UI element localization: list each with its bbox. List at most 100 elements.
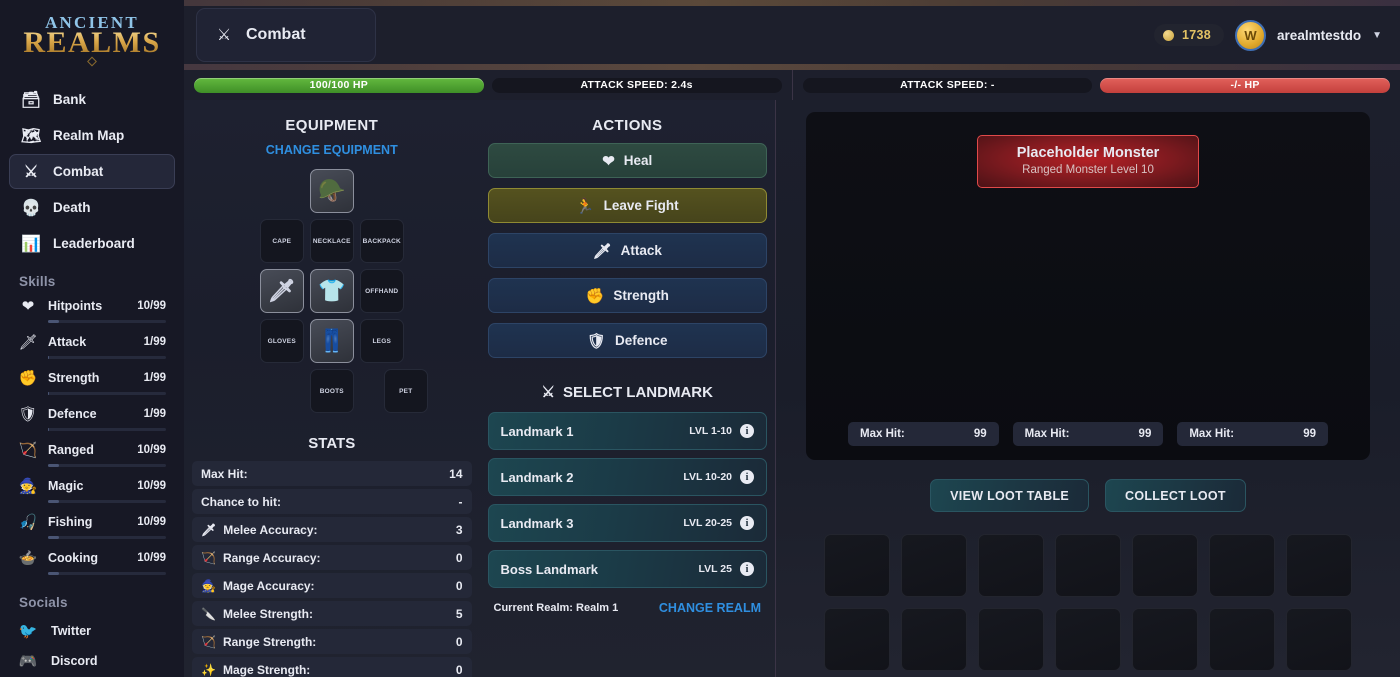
loot-slot[interactable]	[1055, 608, 1121, 671]
stat-label: Mage Strength:	[222, 662, 311, 677]
loot-slot[interactable]	[824, 534, 890, 597]
skill-name: Magic	[48, 478, 84, 493]
info-icon[interactable]: i	[740, 516, 754, 530]
landmark-name: Boss Landmark	[500, 561, 599, 577]
sidebar-item-death[interactable]: 💀 Death	[9, 190, 175, 225]
running-icon: 🏃	[575, 197, 595, 215]
stat-label: Range Accuracy:	[222, 550, 321, 565]
sidebar-item-realm-map[interactable]: 🗺 Realm Map	[9, 118, 175, 153]
skill-progress-bar	[48, 536, 166, 539]
skill-name: Ranged	[48, 442, 94, 457]
loot-slot[interactable]	[1132, 534, 1198, 597]
stat-value: -	[458, 494, 463, 509]
strength-button[interactable]: ✊ Strength	[487, 278, 767, 313]
skull-icon: 💀	[21, 199, 41, 217]
skill-strength[interactable]: ✊ Strength 1/99	[0, 367, 184, 395]
change-realm-link[interactable]: CHANGE REALM	[659, 601, 761, 615]
equipment-slot-weapon-equipped[interactable]: 🗡	[259, 269, 304, 313]
loot-slot[interactable]	[901, 608, 967, 671]
landmark-2[interactable]: Landmark 2 LVL 10-20 i	[487, 458, 767, 496]
tab-combat[interactable]: ⚔ Combat	[196, 8, 376, 62]
skill-defence[interactable]: 🛡 Defence 1/99	[0, 403, 184, 431]
landmark-title-row: ⚔ SELECT LANDMARK	[480, 383, 776, 402]
monster-card[interactable]: Placeholder Monster Ranged Monster Level…	[977, 135, 1199, 188]
landmark-level: LVL 1-10	[689, 425, 732, 437]
sidebar-item-combat[interactable]: ⚔ Combat	[9, 154, 175, 189]
loot-slot[interactable]	[1286, 534, 1352, 597]
equipment-slot-backpack[interactable]: BACKPACK	[359, 219, 404, 263]
skill-progress-bar	[48, 500, 166, 503]
cooking-pot-icon: 🍲	[18, 549, 38, 567]
equipment-slot-offhand[interactable]: OFFHAND	[359, 269, 404, 313]
player-attack-speed: ATTACK SPEED: 2.4s	[491, 77, 782, 93]
avatar[interactable]: W	[1235, 19, 1267, 51]
sidebar-item-leaderboard[interactable]: 📊 Leaderboard	[9, 226, 175, 261]
main-content: EQUIPMENT CHANGE EQUIPMENT 🪖 CAPE NECKLACE…	[184, 100, 1400, 677]
equipment-slot-body-equipped[interactable]: 👕	[309, 269, 354, 313]
skill-cooking[interactable]: 🍲 Cooking 10/99	[0, 547, 184, 575]
loot-slot[interactable]	[978, 608, 1044, 671]
app-logo[interactable]: ANCIENT REALMS	[0, 0, 184, 72]
attack-button[interactable]: 🗡 Attack	[487, 233, 767, 268]
sidebar-item-bank[interactable]: 🗃 Bank	[9, 82, 175, 117]
equipment-slot-necklace[interactable]: NECKLACE	[309, 219, 354, 263]
equipment-slot-helmet-equipped[interactable]: 🪖	[309, 169, 354, 213]
loot-slot[interactable]	[1286, 608, 1352, 671]
player-panel: EQUIPMENT CHANGE EQUIPMENT 🪖 CAPE NECKLACE…	[184, 100, 776, 677]
skill-progress-bar	[48, 392, 166, 395]
landmark-3[interactable]: Landmark 3 LVL 20-25 i	[487, 504, 767, 542]
info-icon[interactable]: i	[740, 470, 754, 484]
equipment-slot-legs[interactable]: LEGS	[359, 319, 404, 363]
social-discord[interactable]: 🎮 Discord	[0, 646, 184, 676]
equipment-slot-legs_equipped-equipped[interactable]: 👖	[309, 319, 354, 363]
info-icon[interactable]: i	[740, 562, 754, 576]
skill-ranged[interactable]: 🏹 Ranged 10/99	[0, 439, 184, 467]
fishing-icon: 🎣	[18, 513, 38, 531]
gold-counter[interactable]: 1738	[1154, 24, 1225, 46]
loot-slot[interactable]	[1132, 608, 1198, 671]
equipment-slot-pet[interactable]: PET	[383, 369, 428, 413]
enemy-hp-bar: -/- HP	[1100, 77, 1390, 93]
action-label: Strength	[613, 288, 669, 303]
loot-slot[interactable]	[824, 608, 890, 671]
leave-fight-button[interactable]: 🏃 Leave Fight	[487, 188, 767, 223]
info-icon[interactable]: i	[740, 424, 754, 438]
social-twitter[interactable]: 🐦 Twitter	[0, 616, 184, 646]
skill-magic[interactable]: 🧙 Magic 10/99	[0, 475, 184, 503]
shield-icon: 🛡	[586, 332, 606, 350]
chevron-down-icon[interactable]: ▼	[1372, 30, 1382, 41]
stat-row: 🏹 Range Accuracy: 0	[192, 545, 472, 570]
landmark-4[interactable]: Boss Landmark LVL 25 i	[487, 550, 767, 588]
stat-value: 0	[455, 634, 463, 649]
skill-fishing[interactable]: 🎣 Fishing 10/99	[0, 511, 184, 539]
current-realm-label: Current Realm: Realm 1	[493, 602, 619, 614]
loot-slot[interactable]	[1055, 534, 1121, 597]
skill-hitpoints[interactable]: ❤ Hitpoints 10/99	[0, 295, 184, 323]
loot-slot[interactable]	[978, 534, 1044, 597]
loot-slot[interactable]	[1209, 608, 1275, 671]
defence-button[interactable]: 🛡 Defence	[487, 323, 767, 358]
landmark-title: SELECT LANDMARK	[562, 383, 713, 401]
skill-attack[interactable]: 🗡 Attack 1/99	[0, 331, 184, 359]
view-loot-table-button[interactable]: VIEW LOOT TABLE	[930, 479, 1090, 512]
stat-value: 5	[455, 606, 463, 621]
stat-row: Max Hit: 14	[192, 461, 472, 486]
username-label: arealmtestdo	[1277, 27, 1362, 43]
combat-bars-row: 100/100 HP ATTACK SPEED: 2.4s ATTACK SPE…	[184, 70, 1400, 100]
stat-row: 🔪 Melee Strength: 5	[192, 601, 472, 626]
equipment-slot-boots[interactable]: BOOTS	[309, 369, 354, 413]
equipment-slot-gloves[interactable]: GLOVES	[259, 319, 304, 363]
loot-slot[interactable]	[901, 534, 967, 597]
loot-slot[interactable]	[1209, 534, 1275, 597]
equipment-slot-cape[interactable]: CAPE	[259, 219, 304, 263]
landmark-1[interactable]: Landmark 1 LVL 1-10 i	[487, 412, 767, 450]
stat-label: Max Hit:	[201, 466, 248, 481]
loot-grid	[824, 534, 1352, 671]
twitter-icon: 🐦	[18, 623, 38, 640]
sidebar-item-label: Bank	[53, 92, 87, 107]
change-equipment-link[interactable]: CHANGE EQUIPMENT	[184, 143, 480, 157]
skill-name: Strength	[48, 370, 100, 385]
collect-loot-button[interactable]: COLLECT LOOT	[1105, 479, 1246, 512]
skill-level: 10/99	[137, 479, 166, 492]
heal-button[interactable]: ❤ Heal	[487, 143, 767, 178]
